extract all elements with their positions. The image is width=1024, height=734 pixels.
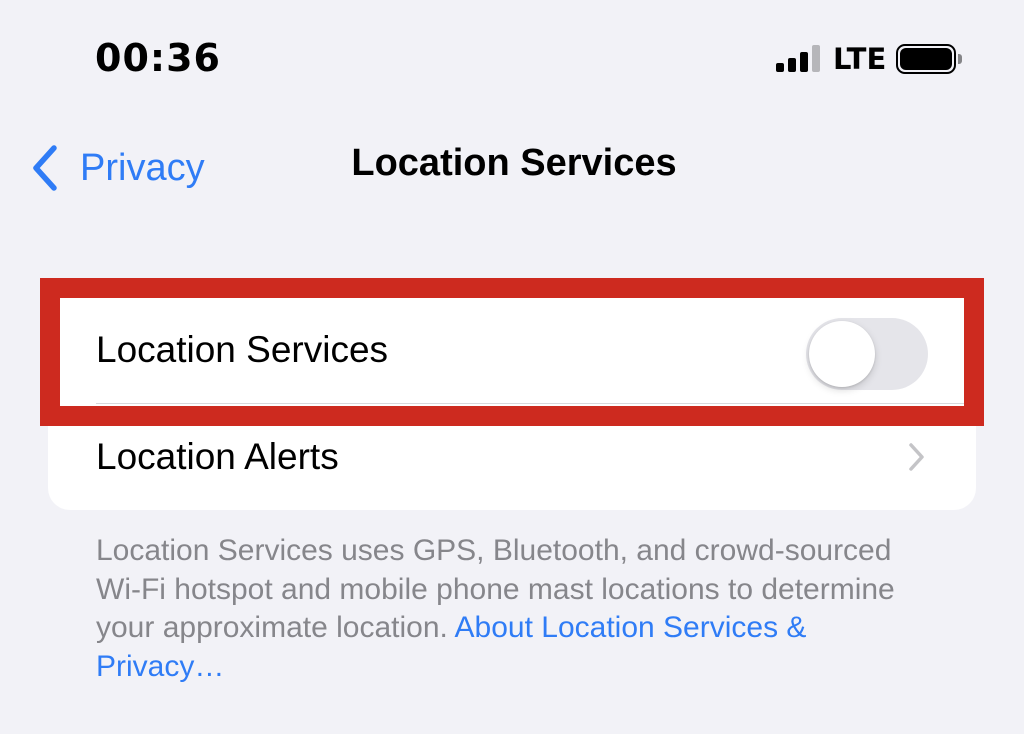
network-type: LTE: [833, 42, 887, 76]
status-time: 00:36: [95, 36, 221, 80]
battery-icon: [896, 44, 962, 74]
chevron-right-icon: [909, 443, 924, 471]
location-services-row: Location Services: [48, 296, 976, 403]
toggle-knob: [809, 321, 875, 387]
location-services-label: Location Services: [96, 328, 389, 370]
page-title: Location Services: [351, 142, 677, 184]
location-alerts-row[interactable]: Location Alerts: [48, 403, 976, 510]
screen: 00:36 LTE Privacy Location Services Loca…: [0, 0, 1024, 734]
location-alerts-label: Location Alerts: [96, 435, 339, 477]
footer-description: Location Services uses GPS, Bluetooth, a…: [96, 532, 926, 686]
settings-group: Location Services Location Alerts: [48, 296, 976, 510]
location-services-toggle[interactable]: [806, 318, 928, 390]
status-bar: 00:36 LTE: [0, 0, 1024, 110]
cellular-signal-icon: [776, 44, 824, 72]
